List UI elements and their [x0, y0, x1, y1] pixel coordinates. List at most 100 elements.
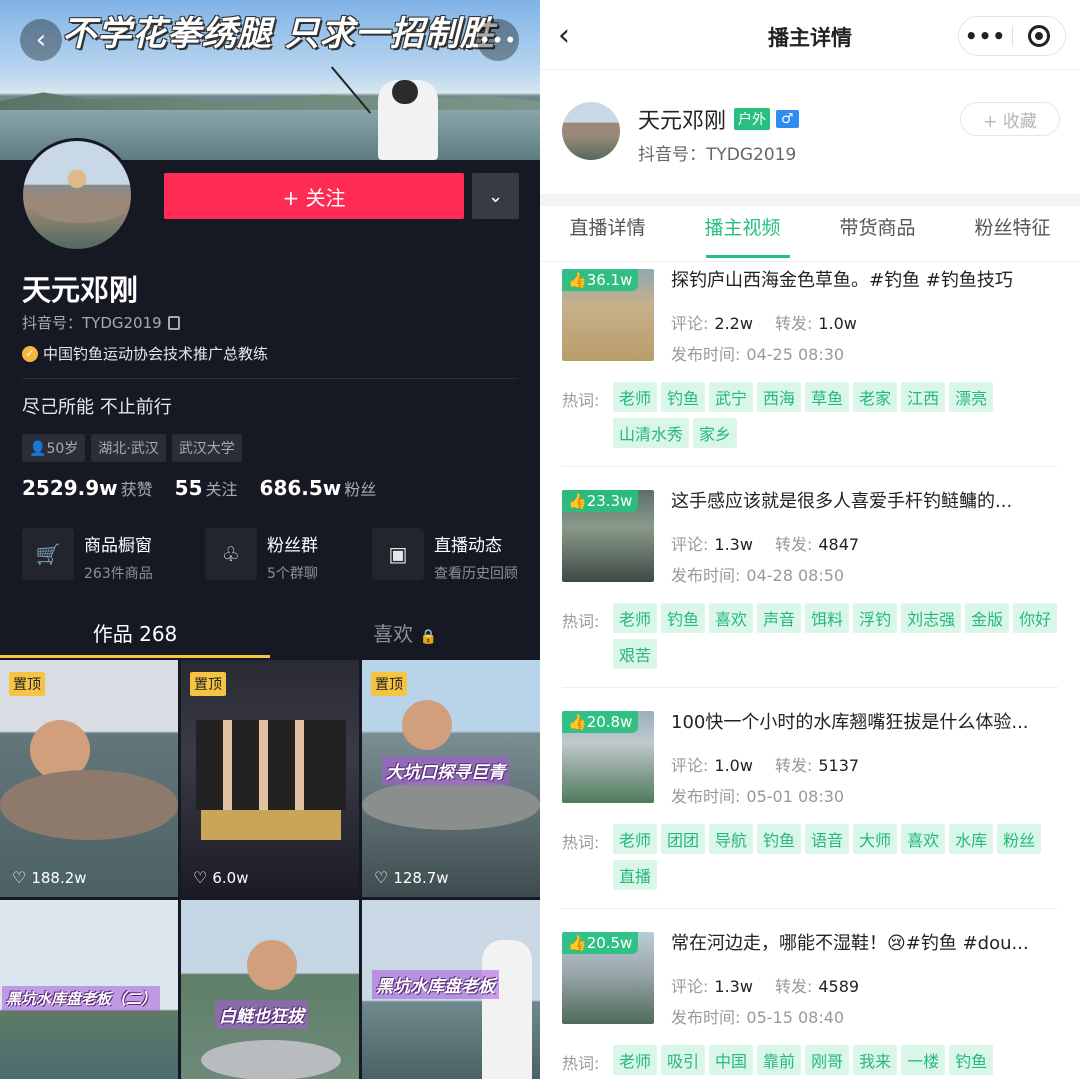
- creator-name-row: 天元邓刚 户外 ♂: [638, 103, 799, 135]
- video-thumbnail[interactable]: 👍36.1w: [562, 269, 654, 361]
- video-likes: 👍20.5w: [562, 932, 639, 954]
- creator-detail-panel: ‹ 播主详情 ••• 天元邓刚 户外 ♂ 抖音号：TYDG2019 + 收藏 直…: [540, 0, 1080, 1079]
- video-thumbnail[interactable]: 👍20.5w: [562, 932, 654, 1024]
- hot-word: 声音: [757, 603, 802, 633]
- chevron-down-icon: ⌄: [487, 185, 504, 207]
- hot-word: 刚哥: [805, 1045, 850, 1075]
- heart-icon: ♡: [193, 868, 208, 887]
- miniprogram-capsule: •••: [958, 16, 1066, 56]
- section-gap: [540, 194, 1080, 206]
- cart-icon: 🛒: [22, 528, 74, 580]
- detail-tabs: 直播详情 播主视频 带货商品 粉丝特征: [540, 206, 1080, 262]
- video-thumbnail[interactable]: 👍20.8w: [562, 711, 654, 803]
- hot-word: 江西: [901, 382, 946, 412]
- cover-title: 不学花拳绣腿 只求一招制胜: [62, 14, 495, 54]
- stat-following[interactable]: 55 关注: [175, 476, 238, 500]
- hot-word: 钓鱼: [757, 824, 802, 854]
- creator-name: 天元邓刚: [638, 109, 727, 134]
- avatar: [562, 102, 620, 160]
- hot-word: 老师: [613, 824, 658, 854]
- tab-likes[interactable]: 喜欢 🔒: [270, 612, 540, 660]
- video-date: 发布时间: 04-25 08:30: [671, 345, 845, 364]
- video-title[interactable]: 100快一个小时的水库翘嘴狂拔是什么体验...: [671, 708, 1061, 734]
- group-icon: ♧: [205, 528, 257, 580]
- hot-word: 钓鱼: [949, 1045, 994, 1075]
- fan-group-entry[interactable]: ♧ 粉丝群 5个群聊: [205, 528, 318, 583]
- work-thumbnail[interactable]: 置顶 ♡ 188.2w: [0, 660, 178, 897]
- video-title[interactable]: 常在河边走，哪能不湿鞋！😢#钓鱼 #dou...: [671, 929, 1061, 955]
- hot-word: 饵料: [805, 603, 850, 633]
- hot-word: 语音: [805, 824, 850, 854]
- hot-word: 山清水秀: [613, 418, 690, 448]
- hot-word: 靠前: [757, 1045, 802, 1075]
- douyin-id: 抖音号：TYDG2019: [22, 312, 180, 333]
- tab-fan-features[interactable]: 粉丝特征: [974, 206, 1050, 261]
- hot-word: 武宁: [709, 382, 754, 412]
- live-history-entry[interactable]: ▣ 直播动态 查看历史回顾: [372, 528, 518, 583]
- tab-works[interactable]: 作品 268: [0, 612, 270, 660]
- hot-word: 老家: [853, 382, 898, 412]
- avatar[interactable]: [20, 138, 134, 252]
- hot-word: 团团: [661, 824, 706, 854]
- pinned-badge: 置顶: [371, 672, 407, 696]
- hot-word: 老师: [613, 382, 658, 412]
- hot-word: 水库: [949, 824, 994, 854]
- hot-word: 粉丝: [997, 824, 1042, 854]
- more-dots-icon[interactable]: •••: [959, 24, 1012, 48]
- work-thumbnail[interactable]: 置顶 ♡ 6.0w: [181, 660, 359, 897]
- hot-words: 老师 钓鱼 喜欢 声音 饵料 浮钓 刘志强 金版 你好 艰苦: [613, 603, 1063, 669]
- hot-words: 老师 钓鱼 武宁 西海 草鱼 老家 江西 漂亮 山清水秀 家乡: [613, 382, 1063, 448]
- profile-tabs: 作品 268 喜欢 🔒: [0, 612, 540, 660]
- hot-word: 你好: [1013, 603, 1058, 633]
- tab-creator-videos[interactable]: 播主视频: [704, 206, 780, 261]
- video-date: 发布时间: 05-15 08:40: [671, 1008, 845, 1027]
- work-thumbnail[interactable]: 白鲢也狂拔: [181, 900, 359, 1079]
- hot-word: 老师: [613, 603, 658, 633]
- stat-fans[interactable]: 686.5w 粉丝: [260, 476, 377, 500]
- shop-window-entry[interactable]: 🛒 商品橱窗 263件商品: [22, 528, 153, 583]
- hot-word: 大师: [853, 824, 898, 854]
- gender-badge: ♂: [776, 110, 799, 128]
- divider: [562, 687, 1058, 688]
- hot-word: 漂亮: [949, 382, 994, 412]
- like-count: ♡ 128.7w: [374, 868, 449, 887]
- category-badge: 户外: [734, 108, 771, 130]
- tab-live-details[interactable]: 直播详情: [569, 206, 645, 261]
- chevron-left-icon: ‹: [35, 25, 47, 55]
- work-thumbnail[interactable]: 黑坑水库盘老板（二）: [0, 900, 178, 1079]
- lock-icon: 🔒: [419, 629, 437, 645]
- collect-button[interactable]: + 收藏: [960, 102, 1060, 136]
- person-icon: 👤: [29, 441, 47, 457]
- work-thumbnail[interactable]: 黑坑水库盘老板: [362, 900, 540, 1079]
- back-button[interactable]: ‹: [20, 19, 62, 61]
- hot-word: 艰苦: [613, 639, 658, 669]
- close-miniprogram-button[interactable]: [1013, 25, 1065, 47]
- video-stats: 评论: 1.3w 转发: 4589: [671, 977, 860, 996]
- feature-sub: 5个群聊: [267, 566, 318, 582]
- hot-word: 钓鱼: [661, 382, 706, 412]
- hot-words: 老师 团团 导航 钓鱼 语音 大师 喜欢 水库 粉丝 直播: [613, 824, 1063, 890]
- stat-likes[interactable]: 2529.9w 获赞: [22, 476, 153, 500]
- video-stats: 评论: 1.3w 转发: 4847: [671, 535, 860, 554]
- video-title[interactable]: 探钓庐山西海金色草鱼。#钓鱼 #钓鱼技巧: [671, 266, 1061, 292]
- hot-word: 钓鱼: [661, 603, 706, 633]
- video-stats: 评论: 2.2w 转发: 1.0w: [671, 314, 857, 333]
- copy-icon[interactable]: [167, 316, 180, 330]
- video-title[interactable]: 这手感应该就是很多人喜爱手杆钓鲢鳙的...: [671, 487, 1061, 513]
- more-button[interactable]: •••: [477, 19, 519, 61]
- hot-words: 老师 吸引 中国 靠前 刚哥 我来 一楼 钓鱼: [613, 1045, 1063, 1075]
- work-thumbnail[interactable]: 大坑口探寻巨青 置顶 ♡ 128.7w: [362, 660, 540, 897]
- follow-button[interactable]: + 关注: [164, 173, 464, 219]
- hot-word: 老师: [613, 1045, 658, 1075]
- recommend-dropdown-button[interactable]: ⌄: [472, 173, 519, 219]
- video-date: 发布时间: 05-01 08:30: [671, 787, 845, 806]
- nav-bar: ‹ 播主详情 •••: [540, 0, 1080, 70]
- video-thumbnail[interactable]: 👍23.3w: [562, 490, 654, 582]
- douyin-id-text: 抖音号：TYDG2019: [22, 314, 162, 332]
- tab-indicator: [706, 255, 790, 258]
- works-grid: 置顶 ♡ 188.2w 置顶 ♡ 6.0w 大坑口探寻巨青 置顶 ♡ 128.7w 黑…: [0, 660, 540, 1079]
- verification-info: ✓ 中国钓鱼运动协会技术推广总教练: [22, 343, 268, 364]
- hot-word: 刘志强: [901, 603, 962, 633]
- video-stats: 评论: 1.0w 转发: 5137: [671, 756, 860, 775]
- tab-products[interactable]: 带货商品: [839, 206, 915, 261]
